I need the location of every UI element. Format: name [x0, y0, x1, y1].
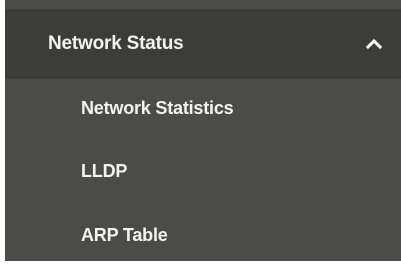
- chevron-up-icon[interactable]: [365, 36, 383, 52]
- submenu-item-network-statistics[interactable]: Network Statistics: [5, 79, 401, 137]
- submenu-item-label: LLDP: [81, 161, 128, 181]
- network-status-submenu: Network Statistics LLDP ARP Table: [5, 79, 401, 261]
- network-status-section-header[interactable]: Network Status: [5, 9, 401, 79]
- navigation-panel: Network Status Network Statistics LLDP A…: [5, 0, 401, 261]
- submenu-item-lldp[interactable]: LLDP: [5, 142, 401, 200]
- submenu-item-arp-table[interactable]: ARP Table: [5, 206, 401, 264]
- network-status-label: Network Status: [48, 33, 184, 54]
- submenu-item-label: Network Statistics: [81, 98, 234, 118]
- submenu-item-label: ARP Table: [81, 225, 168, 245]
